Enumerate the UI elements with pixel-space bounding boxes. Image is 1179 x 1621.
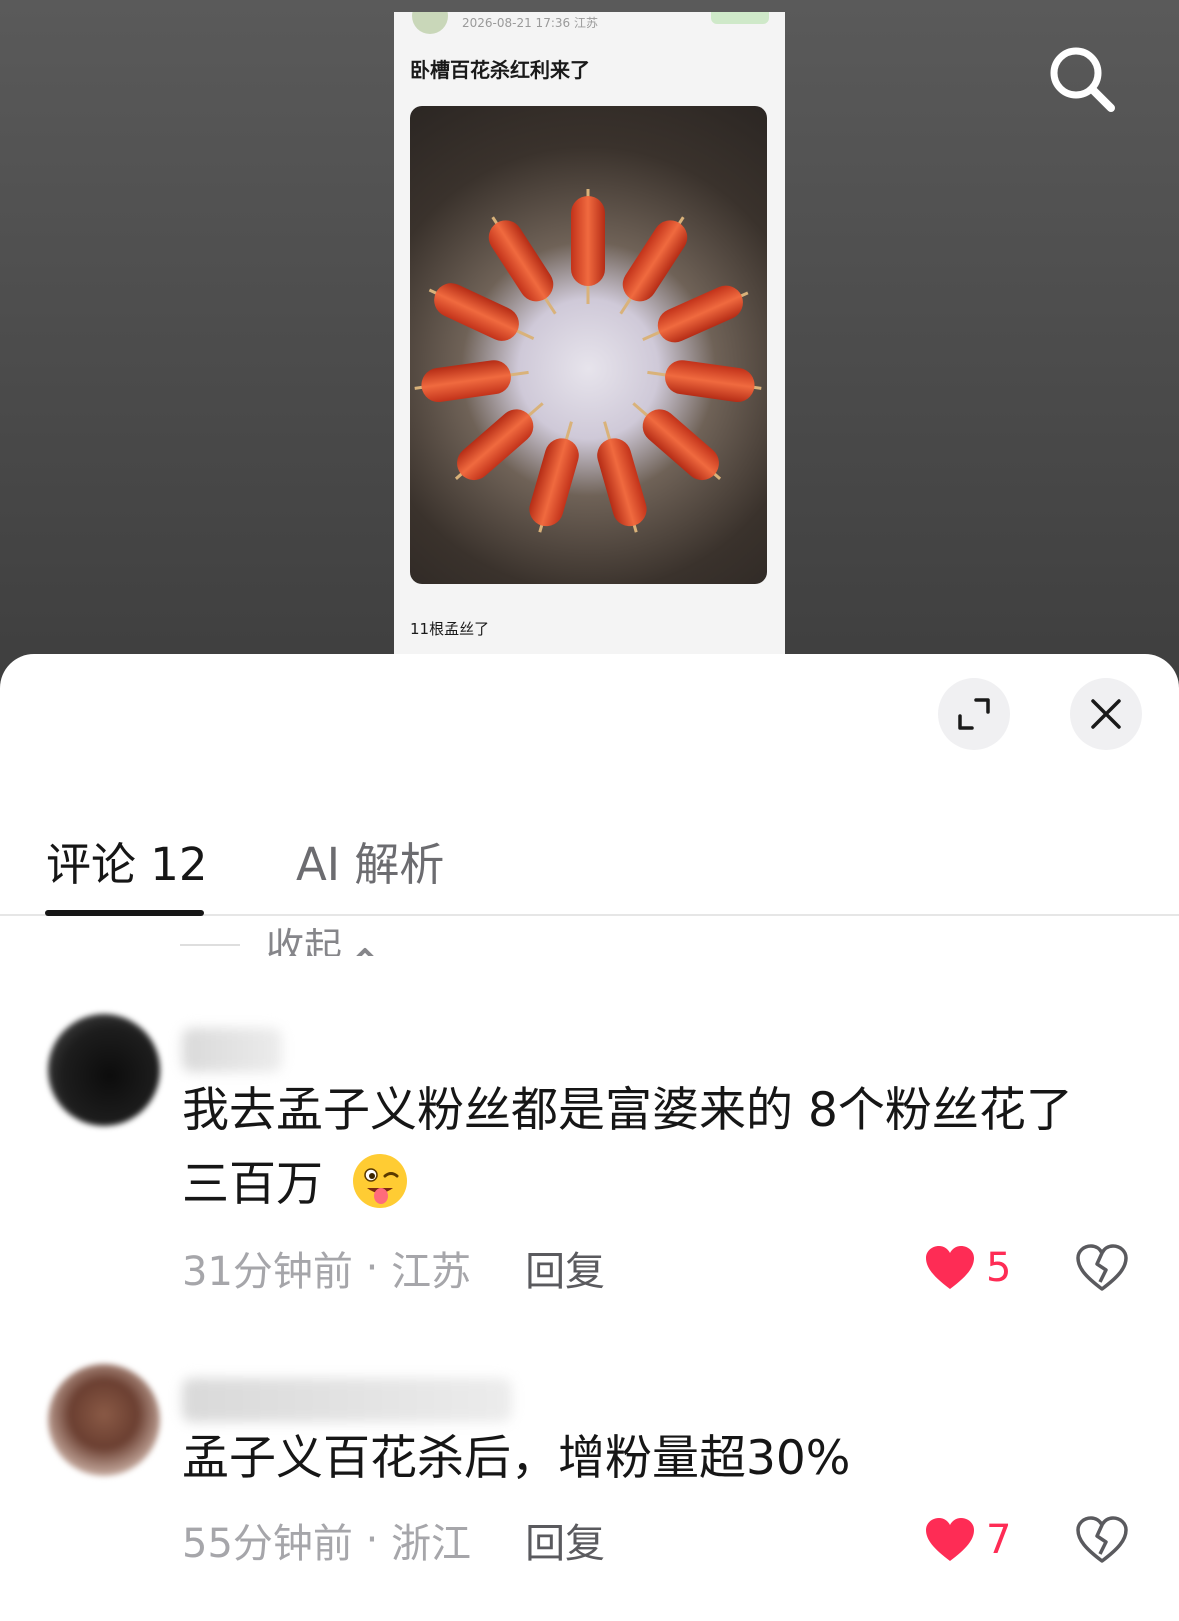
sausages-circle-illustration (414, 189, 762, 533)
like-button[interactable]: 5 (924, 1238, 1011, 1298)
chevron-up-icon (356, 948, 374, 956)
like-button[interactable]: 7 (924, 1510, 1011, 1570)
expand-button[interactable] (938, 678, 1010, 750)
username[interactable] (182, 1028, 282, 1072)
close-button[interactable] (1070, 678, 1142, 750)
comment-time: 31分钟前 (182, 1249, 353, 1295)
close-icon (1091, 699, 1121, 729)
comment-body: 孟子义百花杀后，增粉量超30% (182, 1431, 851, 1486)
reply-button[interactable]: 回复 (525, 1511, 605, 1569)
like-count: 5 (986, 1245, 1012, 1291)
comment-meta: 31分钟前 · 江苏 回复 (182, 1238, 605, 1298)
meta-separator: · (352, 1517, 392, 1563)
search-button[interactable] (1043, 40, 1123, 120)
comment-location: 浙江 (391, 1521, 472, 1567)
post-preview-card[interactable]: 2026-08-21 17:36 江苏 卧槽百花杀红利来了 11根孟丝了 (394, 12, 785, 664)
comment-meta: 55分钟前 · 浙江 回复 (182, 1510, 605, 1570)
follow-badge (711, 12, 769, 24)
comment-body: 我去孟子义粉丝都是富婆来的 8个粉丝花了三百万 (182, 1083, 1073, 1212)
post-title: 卧槽百花杀红利来了 (410, 58, 590, 82)
comments-sheet: 评论 12 AI 解析 收起 我去孟子义粉丝都是富婆来的 8个粉丝花了三百万 3… (0, 654, 1179, 1621)
tab-comments[interactable]: 评论 12 (46, 804, 208, 916)
heart-icon (926, 1246, 974, 1289)
collapse-divider (180, 944, 240, 946)
dislike-button[interactable] (1076, 1238, 1132, 1298)
comment-location: 江苏 (391, 1249, 472, 1295)
broken-heart-icon (1076, 1244, 1128, 1291)
heart-icon (926, 1518, 974, 1561)
meta-separator: · (352, 1245, 392, 1291)
post-meta: 2026-08-21 17:36 江苏 (462, 16, 598, 30)
comment-text: 孟子义百花杀后，增粉量超30% (182, 1422, 1082, 1496)
winking-face-with-tongue-icon (353, 1154, 407, 1208)
collapse-replies[interactable]: 收起 (180, 916, 380, 956)
reply-button[interactable]: 回复 (525, 1239, 605, 1297)
comment-text: 我去孟子义粉丝都是富婆来的 8个粉丝花了三百万 (182, 1074, 1082, 1222)
comment-time: 55分钟前 (182, 1521, 353, 1567)
expand-icon (958, 698, 990, 730)
avatar[interactable] (48, 1364, 160, 1476)
broken-heart-icon (1076, 1516, 1128, 1563)
username[interactable] (182, 1378, 512, 1422)
sheet-tabs: 评论 12 AI 解析 (0, 804, 1179, 916)
search-icon (1050, 47, 1115, 112)
post-image (410, 106, 767, 584)
dislike-button[interactable] (1076, 1510, 1132, 1570)
avatar[interactable] (48, 1014, 160, 1126)
post-caption: 11根孟丝了 (410, 620, 490, 638)
collapse-label: 收起 (266, 925, 343, 956)
tab-ai-analysis[interactable]: AI 解析 (296, 804, 444, 916)
post-author-avatar (412, 12, 448, 34)
like-count: 7 (986, 1517, 1012, 1563)
